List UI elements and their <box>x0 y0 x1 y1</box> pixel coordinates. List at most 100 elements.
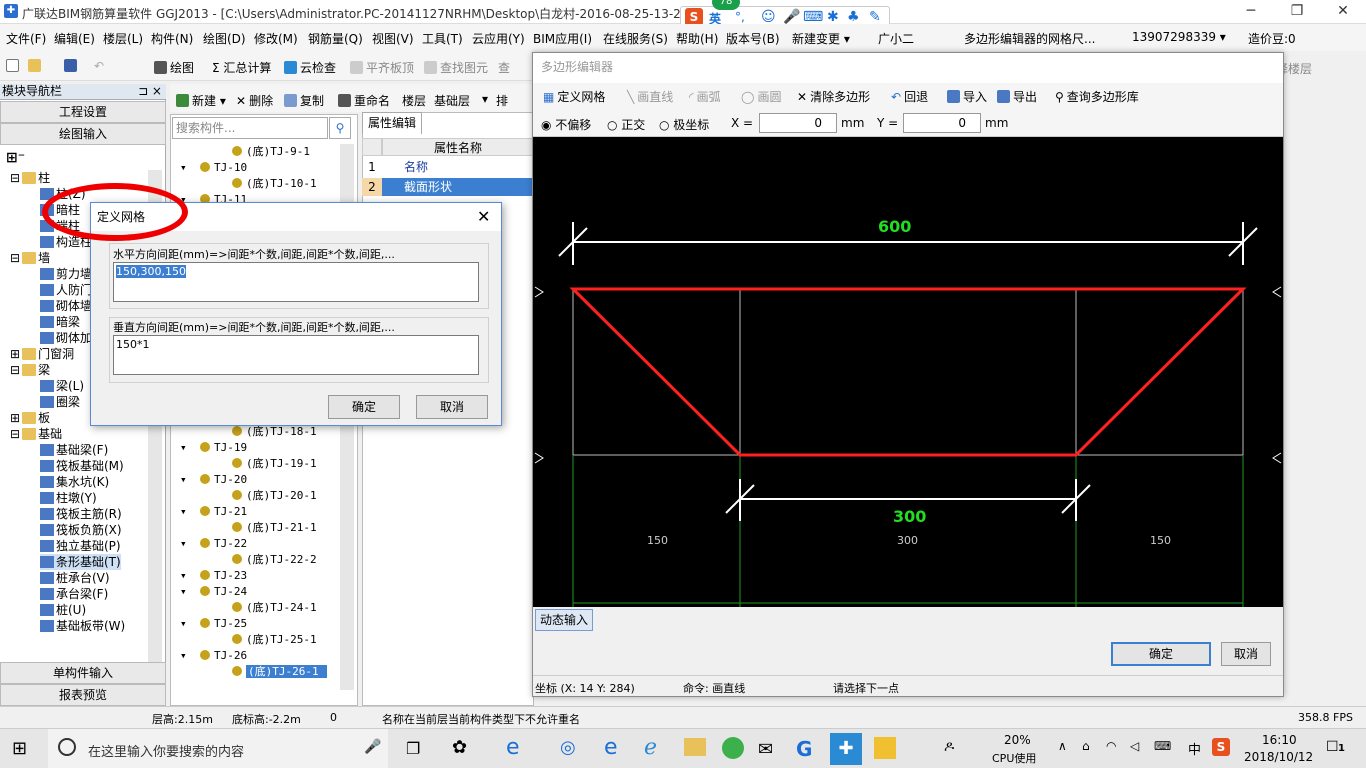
x-coordinate-input[interactable]: 0 <box>759 113 837 133</box>
menu-bim[interactable]: BIM应用(I) <box>533 30 592 47</box>
volume-icon[interactable]: ◁ <box>1130 739 1139 753</box>
trapezoid-polygon[interactable] <box>569 287 1247 457</box>
component-item[interactable]: (底)TJ-18-1 <box>232 424 317 440</box>
clear-polygon-button[interactable]: ✕ 清除多边形 <box>797 88 870 105</box>
component-search-input[interactable]: 搜索构件... <box>172 117 328 139</box>
windows-start-icon[interactable]: ⊞ <box>12 739 32 759</box>
menu-guangxiaoer[interactable]: 广小二 <box>878 30 914 47</box>
tree-item[interactable]: 筏板基础(M) <box>40 458 124 474</box>
component-item[interactable]: (底)TJ-25-1 <box>232 632 317 648</box>
tree-item[interactable]: 基础板带(W) <box>40 618 125 634</box>
draw-arc-button[interactable]: ◜ 画弧 <box>689 88 721 105</box>
chrome-like-icon[interactable]: ◎ <box>560 737 576 758</box>
save-icon[interactable] <box>64 59 80 73</box>
clock-date[interactable]: 2018/10/12 <box>1244 750 1313 764</box>
tree-item[interactable]: 砌体墙 <box>40 298 92 314</box>
tree-item[interactable]: 柱墩(Y) <box>40 490 97 506</box>
menu-cloud[interactable]: 云应用(Y) <box>472 30 525 47</box>
component-item[interactable]: (底)TJ-9-1 <box>232 144 310 160</box>
tree-item[interactable]: 圈梁 <box>40 394 80 410</box>
toolbar-more-button[interactable]: 查 <box>498 59 510 76</box>
draw-line-button[interactable]: ╲ 画直线 <box>627 88 673 105</box>
component-group[interactable]: ▾ TJ-25 <box>180 616 247 632</box>
report-preview-button[interactable]: 报表预览 <box>0 684 166 706</box>
component-item[interactable]: (底)TJ-20-1 <box>232 488 317 504</box>
import-button[interactable]: 导入 <box>947 88 987 105</box>
green-app-icon[interactable] <box>722 737 744 759</box>
microphone-icon[interactable]: 🎤 <box>783 9 800 25</box>
expand-all-icon[interactable]: ⊞⁻ <box>6 150 25 166</box>
single-component-input-button[interactable]: 单构件输入 <box>0 662 166 684</box>
cancel-button[interactable]: 取消 <box>1221 642 1271 666</box>
keyboard-icon[interactable]: ⌨ <box>803 9 823 25</box>
open-folder-icon[interactable] <box>28 59 44 73</box>
menu-rebar[interactable]: 钢筋量(Q) <box>308 30 363 47</box>
tree-item[interactable]: 筏板负筋(X) <box>40 522 122 538</box>
delete-component-button[interactable]: ✕ 删除 <box>236 92 273 109</box>
tree-category[interactable]: ⊟ 墙 <box>10 250 50 266</box>
task-view-icon[interactable]: ❐ <box>406 739 420 758</box>
menu-floor[interactable]: 楼层(L) <box>103 30 143 47</box>
component-item[interactable]: (底)TJ-22-2 <box>232 552 317 568</box>
collapse-toggle-icon[interactable]: ▾ <box>180 504 187 520</box>
skin-icon[interactable]: ✱ <box>827 9 839 25</box>
component-item[interactable]: (底)TJ-24-1 <box>232 600 317 616</box>
menu-hint-link[interactable]: 多边形编辑器的网格尺... <box>964 30 1095 47</box>
expand-toggle-icon[interactable]: ⊞ <box>10 411 20 425</box>
query-polygon-library-button[interactable]: ⚲ 查询多边形库 <box>1055 88 1139 105</box>
tree-item[interactable]: 基础梁(F) <box>40 442 108 458</box>
component-item[interactable]: (底)TJ-26-1 <box>232 664 327 680</box>
collapse-toggle-icon[interactable]: ▾ <box>180 616 187 632</box>
tree-category[interactable]: ⊟ 基础 <box>10 426 62 442</box>
file-explorer-icon[interactable] <box>684 738 706 756</box>
input-language[interactable]: 中 <box>1188 739 1201 758</box>
tab-property-edit[interactable]: 属性编辑 <box>362 112 422 134</box>
menu-file[interactable]: 文件(F) <box>6 30 46 47</box>
component-group[interactable]: ▾ TJ-10 <box>180 160 247 176</box>
draw-circle-button[interactable]: ◯ 画圆 <box>741 88 781 105</box>
dynamic-input-button[interactable]: 动态输入 <box>535 609 593 631</box>
collapse-toggle-icon[interactable]: ▾ <box>180 160 187 176</box>
minimize-button[interactable]: ─ <box>1228 0 1274 24</box>
horizontal-spacing-input[interactable]: 150,300,150 <box>113 262 479 302</box>
notification-icon[interactable]: ☐ <box>1326 739 1339 755</box>
microphone-icon[interactable]: 🎤 <box>364 739 381 755</box>
edge-icon[interactable]: e <box>604 735 618 760</box>
taskbar-search-box[interactable]: 在这里输入你要搜索的内容 🎤 <box>48 729 388 768</box>
menu-modify[interactable]: 修改(M) <box>254 30 298 47</box>
component-group[interactable]: ▾ TJ-23 <box>180 568 247 584</box>
expand-toggle-icon[interactable]: ⊟ <box>10 251 20 265</box>
draw-button[interactable]: 绘图 <box>154 59 194 76</box>
align-slab-top-button[interactable]: 平齐板顶 <box>350 59 414 76</box>
vertical-spacing-input[interactable]: 150*1 <box>113 335 479 375</box>
tree-category[interactable]: ⊞ 门窗洞 <box>10 346 74 362</box>
grid-cancel-button[interactable]: 取消 <box>416 395 488 419</box>
tree-category[interactable]: ⊞ 板 <box>10 410 50 426</box>
tree-item[interactable]: 条形基础(T) <box>40 554 121 570</box>
menu-edit[interactable]: 编辑(E) <box>54 30 95 47</box>
ie-icon[interactable]: e <box>506 735 520 760</box>
tree-category[interactable]: ⊟ 柱 <box>10 170 50 186</box>
menu-view[interactable]: 视图(V) <box>372 30 414 47</box>
component-item[interactable]: (底)TJ-10-1 <box>232 176 317 192</box>
tree-item[interactable]: 桩(U) <box>40 602 86 618</box>
floor-select[interactable]: 基础层 <box>434 92 470 109</box>
component-group[interactable]: ▾ TJ-24 <box>180 584 247 600</box>
shirt-icon[interactable]: ♣ <box>847 9 860 25</box>
component-group[interactable]: ▾ TJ-22 <box>180 536 247 552</box>
expand-toggle-icon[interactable]: ⊟ <box>10 363 20 377</box>
component-group[interactable]: ▾ TJ-21 <box>180 504 247 520</box>
radio-no-offset[interactable]: ◉ 不偏移 <box>541 116 591 133</box>
y-coordinate-input[interactable]: 0 <box>903 113 981 133</box>
close-button[interactable]: ✕ <box>1320 0 1366 24</box>
undo-icon[interactable]: ↶ <box>94 59 104 73</box>
network-icon[interactable]: ⌂ <box>1082 739 1090 753</box>
expand-toggle-icon[interactable]: ⊟ <box>10 427 20 441</box>
property-name-cell[interactable]: 名称 <box>404 158 428 176</box>
tree-category[interactable]: ⊟ 梁 <box>10 362 50 378</box>
tree-item[interactable]: 独立基础(P) <box>40 538 121 554</box>
export-button[interactable]: 导出 <box>997 88 1037 105</box>
menu-online[interactable]: 在线服务(S) <box>603 30 668 47</box>
engineering-setup-button[interactable]: 工程设置 <box>0 101 166 123</box>
rename-component-button[interactable]: 重命名 <box>338 92 390 109</box>
